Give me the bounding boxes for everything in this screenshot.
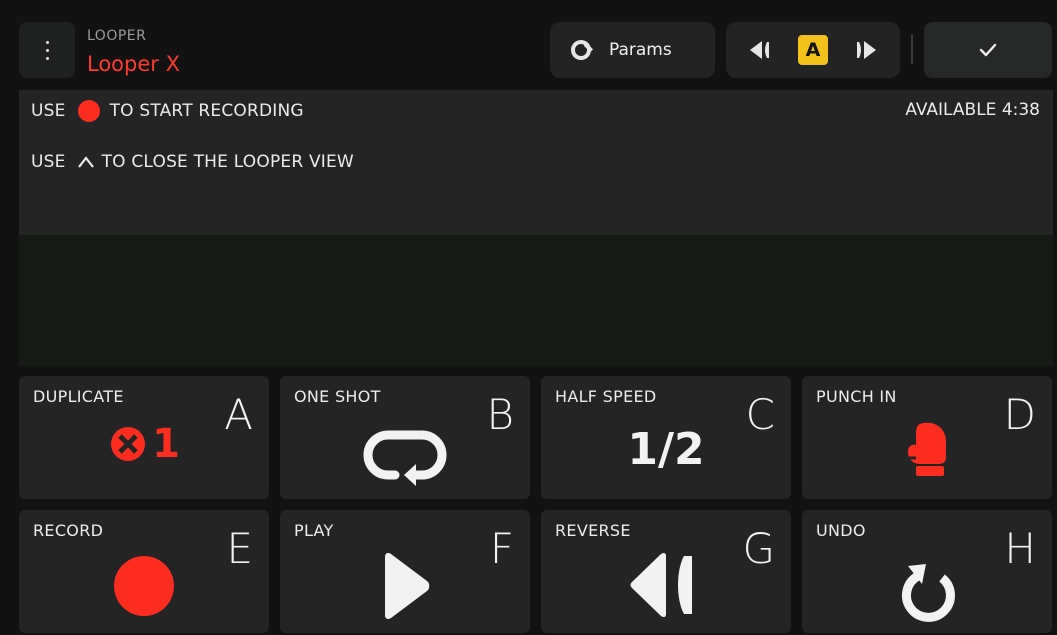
- confirm-button[interactable]: [924, 22, 1052, 78]
- pad-play[interactable]: PLAY F: [280, 510, 530, 633]
- pad-label: PLAY: [294, 521, 334, 540]
- preset-nav: A: [726, 22, 900, 78]
- looper-subtitle: LOOPER: [87, 28, 147, 44]
- loop-display: [19, 235, 1053, 366]
- pad-half-speed[interactable]: HALF SPEED C 1/2: [541, 376, 791, 499]
- record-dot-icon: [77, 100, 100, 122]
- pad-punch-in[interactable]: PUNCH IN D: [802, 376, 1052, 499]
- available-time: AVAILABLE 4:38: [905, 100, 1040, 120]
- undo-icon: [802, 554, 1052, 624]
- pad-label: ONE SHOT: [294, 387, 381, 406]
- params-button[interactable]: Params: [550, 22, 715, 78]
- caret-up-icon: [77, 156, 94, 168]
- preset-badge[interactable]: A: [798, 35, 828, 65]
- pad-label: HALF SPEED: [555, 387, 657, 406]
- loop-icon: [280, 426, 530, 486]
- play-icon: [280, 551, 530, 621]
- vertical-dots-icon: [45, 40, 49, 60]
- pad-one-shot[interactable]: ONE SHOT B: [280, 376, 530, 499]
- skip-forward-icon[interactable]: [848, 39, 878, 61]
- instruction-close: USE TO CLOSE THE LOOPER VIEW: [31, 152, 354, 172]
- record-icon: [19, 555, 269, 617]
- half-icon: 1/2: [541, 424, 791, 475]
- checkmark-icon: [979, 43, 997, 57]
- pad-label: REVERSE: [555, 521, 631, 540]
- header-divider: [911, 34, 913, 64]
- pad-label: PUNCH IN: [816, 387, 897, 406]
- boxing-glove-icon: [802, 420, 1052, 480]
- instruction-record: USE TO START RECORDING: [31, 100, 304, 122]
- skip-back-icon[interactable]: [748, 39, 778, 61]
- pad-label: UNDO: [816, 521, 866, 540]
- menu-button[interactable]: [19, 22, 75, 78]
- multiply-x1-icon: 1: [19, 424, 269, 464]
- reverse-icon: [541, 550, 791, 620]
- looper-title[interactable]: Looper X: [87, 52, 180, 76]
- instruction-record-prefix: USE: [31, 101, 66, 121]
- params-label: Params: [609, 40, 672, 60]
- pad-reverse[interactable]: REVERSE G: [541, 510, 791, 633]
- pad-label: DUPLICATE: [33, 387, 124, 406]
- pad-undo[interactable]: UNDO H: [802, 510, 1052, 633]
- looper-info-panel: USE TO START RECORDING USE TO CLOSE THE …: [19, 90, 1053, 235]
- pad-record[interactable]: RECORD E: [19, 510, 269, 633]
- half-speed-text: 1/2: [627, 424, 705, 475]
- instruction-record-text: TO START RECORDING: [109, 101, 304, 121]
- instruction-close-text: TO CLOSE THE LOOPER VIEW: [101, 152, 354, 172]
- instruction-close-prefix: USE: [31, 152, 66, 172]
- knob-icon: [571, 40, 593, 60]
- duplicate-count: 1: [152, 421, 180, 467]
- pad-label: RECORD: [33, 521, 104, 540]
- pad-duplicate[interactable]: DUPLICATE A 1: [19, 376, 269, 499]
